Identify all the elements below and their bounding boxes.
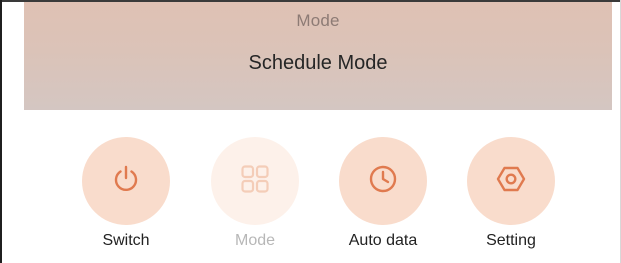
mode-button[interactable]: Mode	[200, 137, 310, 257]
grid-icon	[238, 162, 272, 201]
power-icon	[109, 162, 143, 201]
auto-data-button[interactable]: Auto data	[328, 137, 438, 257]
setting-button[interactable]: Setting	[456, 137, 566, 257]
switch-button[interactable]: Switch	[71, 137, 181, 257]
mode-button-circle[interactable]	[211, 137, 299, 225]
auto-data-button-label: Auto data	[348, 232, 418, 249]
setting-button-label: Setting	[486, 232, 536, 249]
hexagon-settings-icon	[494, 162, 528, 201]
mode-button-label: Mode	[234, 232, 276, 249]
action-bar: Switch Mode Auto data Setting	[0, 0, 621, 263]
auto-data-button-circle[interactable]	[339, 137, 427, 225]
setting-button-circle[interactable]	[467, 137, 555, 225]
switch-button-label: Switch	[102, 232, 150, 249]
clock-icon	[366, 162, 400, 201]
switch-button-circle[interactable]	[82, 137, 170, 225]
